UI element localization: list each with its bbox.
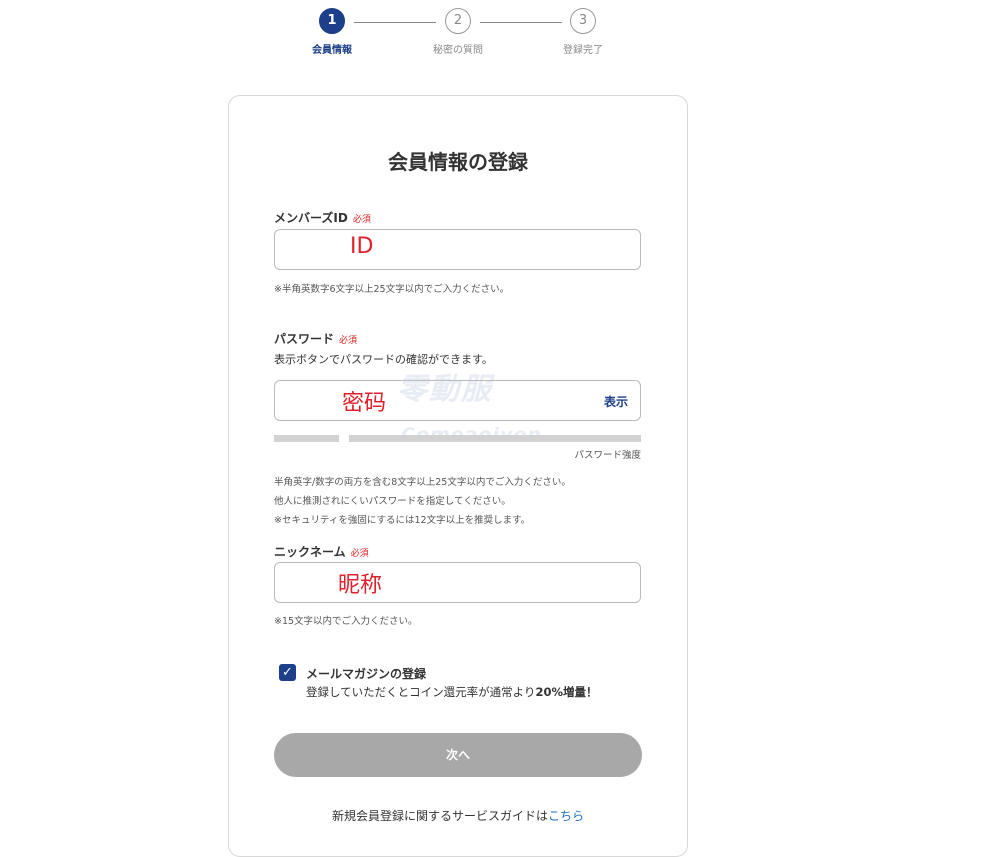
newsletter-desc-text: 登録していただくとコイン還元率が通常より bbox=[306, 685, 536, 699]
step-label: 秘密の質問 bbox=[433, 45, 483, 56]
step-label: 会員情報 bbox=[312, 45, 352, 56]
step-2: 2 秘密の質問 bbox=[418, 8, 498, 56]
password-description: 表示ボタンでパスワードの確認ができます。 bbox=[274, 353, 493, 366]
required-badge: 必須 bbox=[352, 215, 371, 225]
password-input[interactable]: 密码 表示 bbox=[274, 380, 641, 421]
service-guide: 新規会員登録に関するサービスガイドはこちら bbox=[229, 807, 687, 824]
newsletter-description: 登録していただくとコイン還元率が通常より20%増量！ bbox=[306, 684, 597, 700]
password-label: パスワード 必須 bbox=[274, 330, 357, 347]
page-title: 会員情報の登録 bbox=[388, 150, 528, 174]
member-id-input[interactable]: ID bbox=[274, 229, 641, 270]
checkmark-icon: ✓ bbox=[282, 665, 293, 680]
step-3: 3 登録完了 bbox=[543, 8, 623, 56]
member-id-hint: ※半角英数字6文字以上25文字以内でご入力ください。 bbox=[274, 284, 510, 295]
password-hint-2: 他人に推測されにくいパスワードを指定してください。 bbox=[274, 496, 511, 507]
member-id-value: ID bbox=[350, 234, 374, 259]
password-label-text: パスワード bbox=[274, 332, 335, 346]
newsletter-checkbox[interactable]: ✓ bbox=[279, 664, 296, 681]
guide-link[interactable]: こちら bbox=[548, 809, 584, 823]
progress-stepper: 1 会員情報 2 秘密の質問 3 登録完了 bbox=[0, 8, 985, 68]
newsletter-title: メールマガジンの登録 bbox=[306, 667, 427, 681]
required-badge: 必須 bbox=[350, 549, 369, 559]
step-number: 2 bbox=[445, 8, 471, 34]
required-badge: 必須 bbox=[339, 336, 358, 346]
guide-text: 新規会員登録に関するサービスガイドは bbox=[331, 809, 548, 823]
newsletter-desc-bold: 20%増量！ bbox=[535, 685, 598, 699]
member-id-label: メンバーズID 必須 bbox=[274, 209, 371, 226]
step-number: 3 bbox=[570, 8, 596, 34]
step-number: 1 bbox=[319, 8, 345, 34]
registration-card: 会員情報の登録 メンバーズID 必須 ID ※半角英数字6文字以上25文字以内でご… bbox=[228, 95, 688, 857]
next-button[interactable]: 次へ bbox=[274, 733, 642, 777]
nickname-input[interactable]: 昵称 bbox=[274, 562, 641, 603]
nickname-hint: ※15文字以内でご入力ください。 bbox=[274, 616, 418, 627]
member-id-label-text: メンバーズID bbox=[274, 211, 348, 225]
nickname-value: 昵称 bbox=[338, 573, 383, 598]
nickname-label-text: ニックネーム bbox=[274, 545, 346, 559]
password-value: 密码 bbox=[342, 391, 387, 416]
strength-bar-segment bbox=[349, 435, 641, 442]
password-hint-1: 半角英字/数字の両方を含む8文字以上25文字以内でご入力ください。 bbox=[274, 477, 571, 488]
password-hint-3: ※セキュリティを強固にするには12文字以上を推奨します。 bbox=[274, 515, 531, 526]
show-password-button[interactable]: 表示 bbox=[604, 393, 628, 410]
password-strength-label: パスワード強度 bbox=[574, 450, 641, 461]
step-1: 1 会員情報 bbox=[292, 8, 372, 56]
nickname-label: ニックネーム 必須 bbox=[274, 543, 369, 560]
step-label: 登録完了 bbox=[563, 45, 603, 56]
strength-bar-segment bbox=[274, 435, 339, 442]
